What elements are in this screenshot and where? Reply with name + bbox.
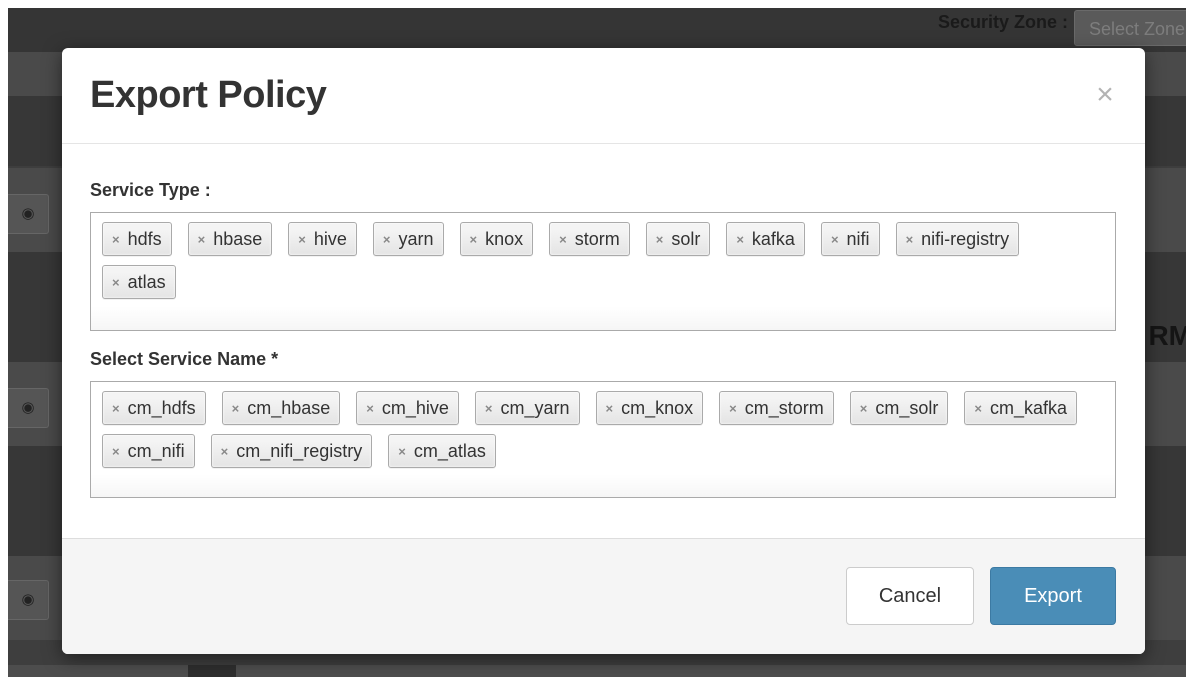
chip-remove-icon[interactable]: × <box>198 232 206 247</box>
selected-chip: × cm_hive <box>356 391 459 425</box>
view-button[interactable]: ◉ <box>8 388 49 428</box>
chip-remove-icon[interactable]: × <box>112 401 120 416</box>
selected-chip: × solr <box>645 222 711 256</box>
background-bottom-strip <box>8 665 1186 677</box>
chip-label: yarn <box>398 228 434 249</box>
partial-heading: RM <box>1148 320 1186 351</box>
service-name-chip-list: × cm_hdfs × cm_hbase × cm_hive × cm_yarn × cm_kno… <box>102 391 1109 477</box>
chip-remove-icon[interactable]: × <box>906 232 914 247</box>
modal-header: Export Policy × <box>62 48 1145 144</box>
chip-label: cm_kafka <box>989 397 1067 418</box>
chip-remove-icon[interactable]: × <box>656 232 664 247</box>
chip-label: hbase <box>213 228 263 249</box>
security-zone-label: Security Zone : <box>937 12 1068 32</box>
selected-chip: × cm_yarn <box>474 391 580 425</box>
selected-chip: × kafka <box>726 222 805 256</box>
selected-chip: × cm_nifi_registry <box>210 434 373 468</box>
chip-label: cm_hdfs <box>127 397 196 418</box>
selected-chip: × hdfs <box>102 222 172 256</box>
chip-label: storm <box>574 228 620 249</box>
chip-remove-icon[interactable]: × <box>232 401 240 416</box>
service-type-chip-list: × hdfs × hbase × hive × yarn × knox × storm × solr × ka… <box>102 222 1109 308</box>
view-button[interactable]: ◉ <box>8 194 49 234</box>
chip-remove-icon[interactable]: × <box>559 232 567 247</box>
chip-label: cm_knox <box>621 397 694 418</box>
cancel-button[interactable]: Cancel <box>846 567 974 625</box>
chip-label: cm_atlas <box>413 440 486 461</box>
selected-chip: × cm_nifi <box>102 434 195 468</box>
modal-footer: Cancel Export <box>62 538 1145 654</box>
chip-label: knox <box>485 228 524 249</box>
service-name-label: Select Service Name * <box>90 349 279 369</box>
export-policy-modal: Export Policy × Service Type : × hdfs × hba… <box>62 48 1145 654</box>
selected-chip: × cm_knox <box>595 391 704 425</box>
selected-chip: × cm_hdfs <box>102 391 206 425</box>
chip-label: hdfs <box>127 228 162 249</box>
selected-chip: × nifi-registry <box>895 222 1020 256</box>
chip-remove-icon[interactable]: × <box>298 232 306 247</box>
chip-remove-icon[interactable]: × <box>112 444 120 459</box>
chip-remove-icon[interactable]: × <box>366 401 374 416</box>
chip-remove-icon[interactable]: × <box>221 444 229 459</box>
service-type-select[interactable]: × hdfs × hbase × hive × yarn × knox × storm × solr × ka… <box>90 212 1116 331</box>
selected-chip: × cm_hbase <box>221 391 341 425</box>
close-icon[interactable]: × <box>1093 80 1117 110</box>
chip-remove-icon[interactable]: × <box>383 232 391 247</box>
chip-label: kafka <box>751 228 795 249</box>
chip-label: cm_solr <box>875 397 939 418</box>
selected-chip: × hive <box>288 222 357 256</box>
chip-label: cm_hbase <box>247 397 331 418</box>
chip-label: nifi <box>846 228 870 249</box>
chip-label: atlas <box>127 271 166 292</box>
selected-chip: × storm <box>549 222 630 256</box>
chip-remove-icon[interactable]: × <box>736 232 744 247</box>
chip-remove-icon[interactable]: × <box>974 401 982 416</box>
chip-remove-icon[interactable]: × <box>470 232 478 247</box>
chip-label: hive <box>313 228 347 249</box>
chip-label: cm_hive <box>381 397 449 418</box>
chip-label: cm_nifi <box>127 440 185 461</box>
selected-chip: × yarn <box>372 222 444 256</box>
chip-label: cm_nifi_registry <box>236 440 363 461</box>
selected-chip: × nifi <box>820 222 880 256</box>
selected-chip: × cm_atlas <box>388 434 496 468</box>
chip-label: nifi-registry <box>921 228 1010 249</box>
chip-remove-icon[interactable]: × <box>729 401 737 416</box>
selected-chip: × knox <box>459 222 534 256</box>
eye-icon: ◉ <box>21 591 35 608</box>
eye-icon: ◉ <box>21 399 35 416</box>
service-name-select[interactable]: × cm_hdfs × cm_hbase × cm_hive × cm_yarn × cm_kno… <box>90 381 1116 498</box>
export-button[interactable]: Export <box>990 567 1116 625</box>
chip-remove-icon[interactable]: × <box>112 275 120 290</box>
eye-icon: ◉ <box>21 205 35 222</box>
chip-remove-icon[interactable]: × <box>112 232 120 247</box>
chip-remove-icon[interactable]: × <box>398 444 406 459</box>
modal-title: Export Policy <box>90 74 327 116</box>
chip-label: cm_yarn <box>500 397 570 418</box>
selected-chip: × cm_kafka <box>964 391 1077 425</box>
chip-label: cm_storm <box>744 397 824 418</box>
security-zone-select[interactable]: Select Zone <box>1074 10 1186 46</box>
chip-remove-icon[interactable]: × <box>485 401 493 416</box>
service-type-label: Service Type : <box>90 180 211 200</box>
chip-remove-icon[interactable]: × <box>860 401 868 416</box>
view-button[interactable]: ◉ <box>8 580 49 620</box>
chip-remove-icon[interactable]: × <box>831 232 839 247</box>
selected-chip: × hbase <box>187 222 273 256</box>
selected-chip: × atlas <box>102 265 176 299</box>
chip-label: solr <box>671 228 701 249</box>
selected-chip: × cm_storm <box>719 391 834 425</box>
chip-remove-icon[interactable]: × <box>606 401 614 416</box>
selected-chip: × cm_solr <box>849 391 949 425</box>
